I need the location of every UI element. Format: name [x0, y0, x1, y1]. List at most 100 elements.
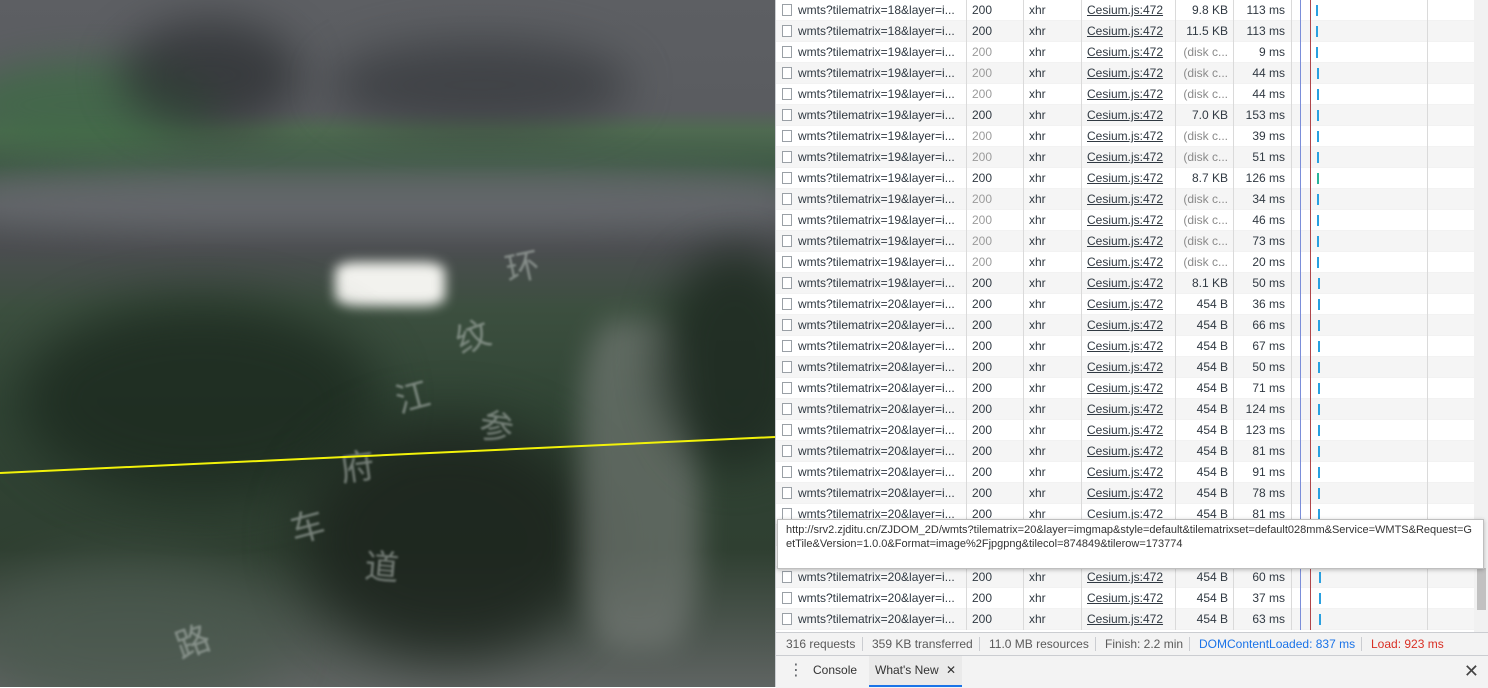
network-request-row[interactable]: wmts?tilematrix=20&layer=i... 200 xhr Cesiu…	[776, 399, 1488, 420]
network-request-row[interactable]: wmts?tilematrix=20&layer=i... 200 xhr Cesiu…	[776, 378, 1488, 399]
initiator-link[interactable]: Cesium.js:472	[1087, 360, 1163, 374]
network-request-row[interactable]: wmts?tilematrix=20&layer=i... 200 xhr Cesiu…	[776, 336, 1488, 357]
network-request-row[interactable]: wmts?tilematrix=19&layer=i... 200 xhr Cesiu…	[776, 147, 1488, 168]
initiator-link[interactable]: Cesium.js:472	[1087, 24, 1163, 38]
network-request-row[interactable]: wmts?tilematrix=20&layer=i... 200 xhr Cesiu…	[776, 441, 1488, 462]
request-name-cell[interactable]: wmts?tilematrix=20&layer=i...	[776, 441, 967, 462]
network-request-row[interactable]: wmts?tilematrix=20&layer=i... 200 xhr Cesiu…	[776, 483, 1488, 504]
request-name-cell[interactable]: wmts?tilematrix=19&layer=i...	[776, 273, 967, 294]
close-icon[interactable]: ✕	[1464, 661, 1479, 681]
request-name-cell[interactable]: wmts?tilematrix=20&layer=i...	[776, 462, 967, 483]
initiator-link[interactable]: Cesium.js:472	[1087, 318, 1163, 332]
initiator-link[interactable]: Cesium.js:472	[1087, 402, 1163, 416]
request-name-cell[interactable]: wmts?tilematrix=19&layer=i...	[776, 105, 967, 126]
network-request-row[interactable]: wmts?tilematrix=19&layer=i... 200 xhr Cesiu…	[776, 189, 1488, 210]
initiator-link[interactable]: Cesium.js:472	[1087, 276, 1163, 290]
initiator-link[interactable]: Cesium.js:472	[1087, 444, 1163, 458]
request-name-cell[interactable]: wmts?tilematrix=19&layer=i...	[776, 147, 967, 168]
initiator-link[interactable]: Cesium.js:472	[1087, 129, 1163, 143]
initiator-link[interactable]: Cesium.js:472	[1087, 339, 1163, 353]
request-name-cell[interactable]: wmts?tilematrix=19&layer=i...	[776, 84, 967, 105]
time-cell: 91 ms	[1234, 462, 1292, 483]
network-request-row[interactable]: wmts?tilematrix=19&layer=i... 200 xhr Cesiu…	[776, 126, 1488, 147]
network-request-row[interactable]: wmts?tilematrix=18&layer=i... 200 xhr Cesiu…	[776, 21, 1488, 42]
network-request-row[interactable]: wmts?tilematrix=19&layer=i... 200 xhr Cesiu…	[776, 168, 1488, 189]
time-cell: 81 ms	[1234, 441, 1292, 462]
network-request-row[interactable]: wmts?tilematrix=20&layer=i... 200 xhr Cesiu…	[776, 315, 1488, 336]
tab-whats-new[interactable]: What's New ✕	[869, 656, 963, 687]
request-name-cell[interactable]: wmts?tilematrix=19&layer=i...	[776, 252, 967, 273]
finish-time: Finish: 2.2 min	[1105, 637, 1184, 651]
request-name-cell[interactable]: wmts?tilematrix=20&layer=i...	[776, 378, 967, 399]
request-name-cell[interactable]: wmts?tilematrix=19&layer=i...	[776, 168, 967, 189]
more-vert-icon[interactable]: ⋮	[788, 662, 804, 680]
initiator-link[interactable]: Cesium.js:472	[1087, 150, 1163, 164]
waterfall-load-marker	[1310, 231, 1311, 252]
network-request-row[interactable]: wmts?tilematrix=19&layer=i... 200 xhr Cesiu…	[776, 42, 1488, 63]
request-name-cell[interactable]: wmts?tilematrix=18&layer=i...	[776, 21, 967, 42]
initiator-link[interactable]: Cesium.js:472	[1087, 171, 1163, 185]
request-name-cell[interactable]: wmts?tilematrix=20&layer=i...	[776, 609, 967, 630]
request-name-cell[interactable]: wmts?tilematrix=20&layer=i...	[776, 399, 967, 420]
network-request-row[interactable]: wmts?tilematrix=20&layer=i... 200 xhr Cesiu…	[776, 588, 1488, 609]
request-name-cell[interactable]: wmts?tilematrix=20&layer=i...	[776, 567, 967, 588]
initiator-link[interactable]: Cesium.js:472	[1087, 213, 1163, 227]
initiator-link[interactable]: Cesium.js:472	[1087, 108, 1163, 122]
network-request-row[interactable]: wmts?tilematrix=18&layer=i... 200 xhr Cesiu…	[776, 0, 1488, 21]
time-cell: 78 ms	[1234, 483, 1292, 504]
initiator-link[interactable]: Cesium.js:472	[1087, 3, 1163, 17]
initiator-cell: Cesium.js:472	[1082, 357, 1176, 378]
network-request-row[interactable]: wmts?tilematrix=19&layer=i... 200 xhr Cesiu…	[776, 63, 1488, 84]
network-request-row[interactable]: wmts?tilematrix=19&layer=i... 200 xhr Cesiu…	[776, 231, 1488, 252]
initiator-link[interactable]: Cesium.js:472	[1087, 297, 1163, 311]
initiator-link[interactable]: Cesium.js:472	[1087, 465, 1163, 479]
network-request-row[interactable]: wmts?tilematrix=19&layer=i... 200 xhr Cesiu…	[776, 252, 1488, 273]
network-request-row[interactable]: wmts?tilematrix=19&layer=i... 200 xhr Cesiu…	[776, 84, 1488, 105]
size-cell: 454 B	[1176, 420, 1234, 441]
network-request-row[interactable]: wmts?tilematrix=20&layer=i... 200 xhr Cesiu…	[776, 462, 1488, 483]
network-request-row[interactable]: wmts?tilematrix=20&layer=i... 200 xhr Cesiu…	[776, 609, 1488, 630]
request-name-cell[interactable]: wmts?tilematrix=20&layer=i...	[776, 588, 967, 609]
request-name-cell[interactable]: wmts?tilematrix=18&layer=i...	[776, 0, 967, 21]
request-name-cell[interactable]: wmts?tilematrix=19&layer=i...	[776, 42, 967, 63]
request-name-cell[interactable]: wmts?tilematrix=20&layer=i...	[776, 357, 967, 378]
network-request-row[interactable]: wmts?tilematrix=19&layer=i... 200 xhr Cesiu…	[776, 273, 1488, 294]
network-request-row[interactable]: wmts?tilematrix=20&layer=i... 200 xhr Cesiu…	[776, 420, 1488, 441]
tab-close-icon[interactable]: ✕	[946, 663, 956, 677]
waterfall-load-marker	[1310, 399, 1311, 420]
request-name-cell[interactable]: wmts?tilematrix=19&layer=i...	[776, 231, 967, 252]
request-name-cell[interactable]: wmts?tilematrix=19&layer=i...	[776, 126, 967, 147]
request-name-cell[interactable]: wmts?tilematrix=19&layer=i...	[776, 63, 967, 84]
initiator-link[interactable]: Cesium.js:472	[1087, 255, 1163, 269]
network-request-row[interactable]: wmts?tilematrix=19&layer=i... 200 xhr Cesiu…	[776, 210, 1488, 231]
initiator-link[interactable]: Cesium.js:472	[1087, 612, 1163, 626]
network-request-row[interactable]: wmts?tilematrix=20&layer=i... 200 xhr Cesiu…	[776, 357, 1488, 378]
request-name-cell[interactable]: wmts?tilematrix=20&layer=i...	[776, 336, 967, 357]
request-name-cell[interactable]: wmts?tilematrix=19&layer=i...	[776, 189, 967, 210]
initiator-link[interactable]: Cesium.js:472	[1087, 570, 1163, 584]
network-request-row[interactable]: wmts?tilematrix=20&layer=i... 200 xhr Cesiu…	[776, 294, 1488, 315]
initiator-link[interactable]: Cesium.js:472	[1087, 591, 1163, 605]
waterfall-bar	[1318, 425, 1320, 436]
request-name-cell[interactable]: wmts?tilematrix=19&layer=i...	[776, 210, 967, 231]
network-request-row[interactable]: wmts?tilematrix=19&layer=i... 200 xhr Cesiu…	[776, 105, 1488, 126]
initiator-link[interactable]: Cesium.js:472	[1087, 234, 1163, 248]
initiator-link[interactable]: Cesium.js:472	[1087, 66, 1163, 80]
tab-console[interactable]: Console	[807, 656, 863, 687]
devtools-panel: wmts?tilematrix=18&layer=i... 200 xhr Cesiu…	[775, 0, 1488, 688]
network-request-row[interactable]: wmts?tilematrix=20&layer=i... 200 xhr Cesiu…	[776, 567, 1488, 588]
request-name-cell[interactable]: wmts?tilematrix=20&layer=i...	[776, 294, 967, 315]
initiator-link[interactable]: Cesium.js:472	[1087, 423, 1163, 437]
scrollbar-thumb[interactable]	[1477, 568, 1486, 610]
initiator-link[interactable]: Cesium.js:472	[1087, 45, 1163, 59]
type-cell: xhr	[1024, 252, 1082, 273]
initiator-link[interactable]: Cesium.js:472	[1087, 486, 1163, 500]
request-name-cell[interactable]: wmts?tilematrix=20&layer=i...	[776, 483, 967, 504]
map-viewport[interactable]: 环 纹 江 参 府 车 道 路	[0, 0, 775, 687]
initiator-link[interactable]: Cesium.js:472	[1087, 381, 1163, 395]
initiator-link[interactable]: Cesium.js:472	[1087, 192, 1163, 206]
request-name-cell[interactable]: wmts?tilematrix=20&layer=i...	[776, 420, 967, 441]
initiator-link[interactable]: Cesium.js:472	[1087, 87, 1163, 101]
file-icon	[782, 319, 792, 331]
request-name-cell[interactable]: wmts?tilematrix=20&layer=i...	[776, 315, 967, 336]
